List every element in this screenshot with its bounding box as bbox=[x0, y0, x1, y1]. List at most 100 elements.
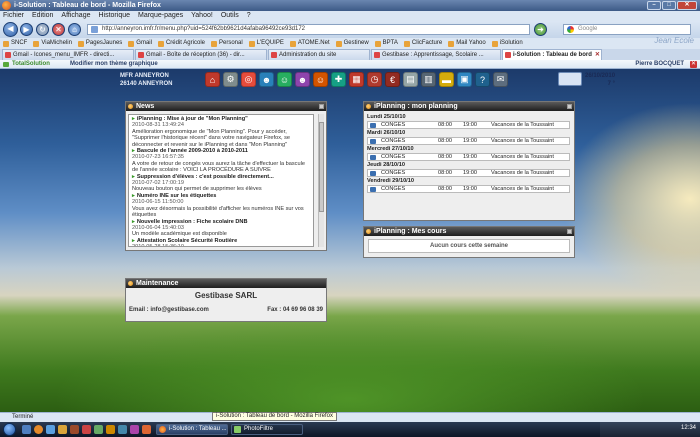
taskbar-item-firefox[interactable]: i-Solution : Tableau ... bbox=[156, 424, 228, 435]
quicklaunch-app3-icon[interactable] bbox=[106, 425, 115, 434]
menu-historique[interactable]: Historique bbox=[98, 11, 130, 21]
planning-code: CONGES bbox=[381, 154, 406, 160]
maximize-button[interactable]: □ bbox=[662, 1, 676, 10]
start-button[interactable] bbox=[3, 423, 16, 436]
bookmark-item[interactable]: ATOME.Net bbox=[289, 38, 330, 49]
home-nav-icon[interactable]: ⌂ bbox=[68, 23, 81, 36]
quicklaunch-folder-icon[interactable] bbox=[58, 425, 67, 434]
close-window-button[interactable]: ✕ bbox=[677, 1, 697, 10]
menu-help[interactable]: ? bbox=[247, 11, 251, 21]
tab-administration[interactable]: Administration du site bbox=[268, 49, 370, 60]
home-icon[interactable]: ⌂ bbox=[205, 72, 220, 87]
menu-fichier[interactable]: Fichier bbox=[3, 11, 24, 21]
mail-icon[interactable]: ✉ bbox=[493, 72, 508, 87]
planning-entry[interactable]: CONGES 08:00 19:00 Vacances de la Toussaint bbox=[367, 169, 570, 177]
reload-icon[interactable]: ↻ bbox=[36, 23, 49, 36]
search-input[interactable]: Google bbox=[563, 24, 691, 35]
planning-title: iPlanning : mon planning bbox=[374, 103, 458, 110]
tab-isolution[interactable]: i-Solution : Tableau de bord ✕ bbox=[502, 49, 602, 60]
theme-link[interactable]: Modifier mon thème graphique bbox=[70, 60, 158, 69]
collapse-icon[interactable] bbox=[567, 104, 572, 109]
scrollbar-thumb[interactable] bbox=[319, 122, 324, 212]
bookmark-item[interactable]: Gmail bbox=[128, 38, 152, 49]
close-tab-icon[interactable]: ✕ bbox=[595, 52, 600, 58]
search-placeholder: Google bbox=[578, 26, 598, 32]
bookmark-icon bbox=[128, 40, 135, 47]
back-icon[interactable]: ◀ bbox=[3, 22, 18, 37]
help-icon[interactable]: ? bbox=[475, 72, 490, 87]
collapse-icon[interactable] bbox=[319, 104, 324, 109]
bookmark-icon bbox=[289, 40, 296, 47]
quicklaunch-ie-icon[interactable] bbox=[46, 425, 55, 434]
person-icon[interactable]: ☺ bbox=[313, 72, 328, 87]
maintenance-body: Gestibase SARL Email : info@gestibase.co… bbox=[129, 291, 323, 317]
bookmark-item[interactable]: ClicFacture bbox=[403, 38, 442, 49]
news-scrollbar[interactable] bbox=[318, 114, 324, 247]
planning-start: 08:00 bbox=[438, 122, 452, 128]
menu-marque-pages[interactable]: Marque-pages bbox=[138, 11, 183, 21]
planning-entry[interactable]: CONGES 08:00 19:00 Vacances de la Toussaint bbox=[367, 137, 570, 145]
folder-icon[interactable]: ▬ bbox=[439, 72, 454, 87]
planning-entry[interactable]: CONGES 08:00 19:00 Vacances de la Toussaint bbox=[367, 153, 570, 161]
quicklaunch-media-icon[interactable] bbox=[70, 425, 79, 434]
bookmark-item[interactable]: Mail Yahoo bbox=[448, 38, 486, 49]
bookmark-item[interactable]: Gestinew bbox=[335, 38, 369, 49]
site-favicon-icon bbox=[91, 26, 98, 33]
bookmark-item[interactable]: SNCF bbox=[3, 38, 27, 49]
go-icon[interactable]: ➜ bbox=[534, 23, 547, 36]
bookmark-item[interactable]: Crédit Agricole bbox=[157, 38, 205, 49]
printer-icon[interactable]: ▥ bbox=[421, 72, 436, 87]
taskbar-item-photofiltre[interactable]: PhotoFiltre bbox=[231, 424, 303, 435]
menu-affichage[interactable]: Affichage bbox=[61, 11, 90, 21]
company-name: Gestibase SARL bbox=[194, 291, 258, 300]
bookmark-icon bbox=[248, 40, 255, 47]
current-date: 26/10/2010 bbox=[585, 73, 616, 79]
quicklaunch-app6-icon[interactable] bbox=[142, 425, 151, 434]
bookmark-item[interactable]: BPTA bbox=[374, 38, 398, 49]
quicklaunch-app2-icon[interactable] bbox=[94, 425, 103, 434]
planning-description: Vacances de la Toussaint bbox=[491, 186, 554, 192]
menu-edition[interactable]: Edition bbox=[32, 11, 53, 21]
quicklaunch-app4-icon[interactable] bbox=[118, 425, 127, 434]
bookmark-item[interactable]: iSolution bbox=[491, 38, 523, 49]
stop-icon[interactable]: ✕ bbox=[52, 23, 65, 36]
cours-header: iPlanning : Mes cours bbox=[364, 227, 574, 236]
quicklaunch-app5-icon[interactable] bbox=[130, 425, 139, 434]
forward-icon[interactable]: ▶ bbox=[20, 23, 33, 36]
tab-gmail-icones[interactable]: Gmail - Icones_menu_IMFR - directi... bbox=[2, 49, 134, 60]
document-icon[interactable]: ▤ bbox=[403, 72, 418, 87]
quicklaunch-app-icon[interactable] bbox=[82, 425, 91, 434]
clock-icon[interactable]: ◷ bbox=[367, 72, 382, 87]
user-add-icon[interactable]: ✚ bbox=[331, 72, 346, 87]
collapse-icon[interactable] bbox=[567, 229, 572, 234]
menu-yahoo[interactable]: Yahoo! bbox=[191, 11, 213, 21]
envelope-icon[interactable] bbox=[558, 72, 582, 86]
group-icon[interactable]: ☻ bbox=[259, 72, 274, 87]
planning-header: iPlanning : mon planning bbox=[364, 102, 574, 111]
calendar-icon[interactable]: ▦ bbox=[349, 72, 364, 87]
news-item: Suppression d'élèves : c'est possible di… bbox=[132, 174, 305, 193]
quicklaunch-desktop-icon[interactable] bbox=[22, 425, 31, 434]
logout-icon[interactable]: ✕ bbox=[690, 61, 697, 68]
news-item-date: 2010-05-28 15:36:10 bbox=[132, 244, 305, 246]
planning-code: CONGES bbox=[381, 138, 406, 144]
users-icon[interactable]: ☻ bbox=[295, 72, 310, 87]
menu-outils[interactable]: Outils bbox=[221, 11, 239, 21]
euro-icon[interactable]: € bbox=[385, 72, 400, 87]
tab-gestibase[interactable]: Gestibase : Apprentissage, Scolaire ... bbox=[371, 49, 501, 60]
gear-icon[interactable]: ⚙ bbox=[223, 72, 238, 87]
tab-gmail-inbox[interactable]: Gmail - Boîte de réception (36) - dir... bbox=[135, 49, 267, 60]
user-icon[interactable]: ☺ bbox=[277, 72, 292, 87]
lifebuoy-icon[interactable]: ◎ bbox=[241, 72, 256, 87]
bookmark-item[interactable]: L'EQUIPE bbox=[248, 38, 284, 49]
planning-entry[interactable]: CONGES 08:00 19:00 Vacances de la Toussaint bbox=[367, 121, 570, 129]
bookmark-item[interactable]: PagesJaunes bbox=[77, 38, 122, 49]
bookmark-item[interactable]: ViaMichelin bbox=[33, 38, 72, 49]
url-bar[interactable]: http://anneyron.imfr.fr/menu.php?uid=524… bbox=[87, 24, 530, 35]
company-email[interactable]: Email : info@gestibase.com bbox=[129, 307, 209, 313]
quicklaunch-firefox-icon[interactable] bbox=[34, 425, 43, 434]
bookmark-item[interactable]: Personal bbox=[211, 38, 243, 49]
minimize-button[interactable]: – bbox=[647, 1, 661, 10]
planning-entry[interactable]: CONGES 08:00 19:00 Vacances de la Toussaint bbox=[367, 185, 570, 193]
window-icon[interactable]: ▣ bbox=[457, 72, 472, 87]
